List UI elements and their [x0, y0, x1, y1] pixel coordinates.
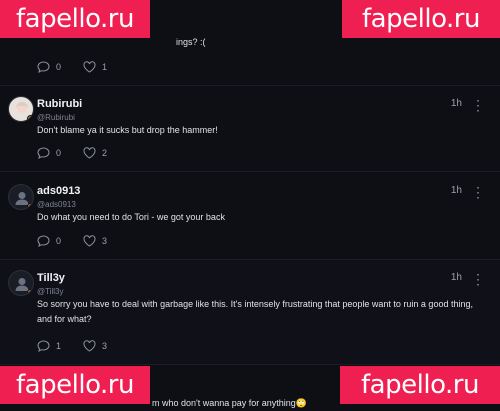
reply-icon — [37, 235, 50, 247]
comment-actions: 0 2 — [37, 147, 123, 159]
heart-icon — [83, 340, 96, 352]
user-handle[interactable]: @Rubirubi — [37, 113, 75, 122]
more-dots-icon[interactable]: ⋮ — [471, 185, 486, 199]
reply-button[interactable]: 0 — [37, 235, 61, 247]
comment-feed: ings? :( 0 1 Rubirubi @Rubirubi 1h ⋮ Don… — [0, 0, 500, 411]
comment-text: So sorry you have to deal with garbage l… — [37, 299, 473, 324]
status-dot — [27, 289, 33, 295]
like-count: 3 — [102, 341, 108, 351]
heart-icon — [83, 235, 96, 247]
comment-text: Do what you need to do Tori - we got you… — [37, 212, 225, 222]
like-count: 1 — [102, 62, 108, 72]
more-dots-icon[interactable]: ⋮ — [471, 98, 486, 112]
username[interactable]: ads0913 — [37, 185, 80, 197]
user-handle[interactable]: @ads0913 — [37, 200, 76, 209]
reply-count: 1 — [56, 341, 62, 351]
status-dot — [27, 115, 33, 121]
like-button[interactable]: 2 — [83, 147, 107, 159]
status-dot — [27, 203, 33, 209]
watermark-bottom-right: fapello.ru — [340, 366, 500, 404]
heart-icon — [83, 61, 96, 73]
comment-text: ings? :( — [176, 37, 206, 47]
avatar[interactable] — [8, 270, 34, 296]
timestamp: 1h — [450, 98, 462, 109]
avatar[interactable] — [8, 96, 34, 122]
avatar[interactable] — [8, 184, 34, 210]
more-dots-icon[interactable]: ⋮ — [471, 272, 486, 286]
reply-count: 0 — [56, 236, 62, 246]
comment-item: ads0913 @ads0913 1h ⋮ Do what you need t… — [0, 172, 500, 260]
reply-icon — [37, 340, 50, 352]
watermark-bottom-left: fapello.ru — [0, 366, 150, 404]
like-button[interactable]: 1 — [83, 61, 107, 73]
comment-item: Rubirubi @Rubirubi 1h ⋮ Don't blame ya i… — [0, 86, 500, 172]
comment-text: Don't blame ya it sucks but drop the ham… — [37, 125, 218, 135]
comment-actions: 1 3 — [37, 340, 123, 352]
like-count: 2 — [102, 148, 108, 158]
comment-actions: 0 1 — [37, 61, 123, 73]
watermark-top-left: fapello.ru — [0, 0, 150, 38]
comment-item: Till3y @Till3y 1h ⋮ So sorry you have to… — [0, 260, 500, 365]
like-button[interactable]: 3 — [83, 235, 107, 247]
reply-button[interactable]: 1 — [37, 340, 61, 352]
like-count: 3 — [102, 236, 108, 246]
reply-button[interactable]: 0 — [37, 147, 61, 159]
user-handle[interactable]: @Till3y — [37, 287, 64, 296]
heart-icon — [83, 147, 96, 159]
reply-icon — [37, 61, 50, 73]
username[interactable]: Rubirubi — [37, 98, 82, 110]
reply-icon — [37, 147, 50, 159]
like-button[interactable]: 3 — [83, 340, 107, 352]
reply-count: 0 — [56, 148, 62, 158]
comment-text: m who don't wanna pay for anything🙄 — [152, 398, 308, 408]
watermark-top-right: fapello.ru — [342, 0, 500, 38]
reply-button[interactable]: 0 — [37, 61, 61, 73]
reply-count: 0 — [56, 62, 62, 72]
username[interactable]: Till3y — [37, 272, 65, 284]
comment-actions: 0 3 — [37, 235, 123, 247]
timestamp: 1h — [450, 272, 462, 283]
timestamp: 1h — [450, 185, 462, 196]
